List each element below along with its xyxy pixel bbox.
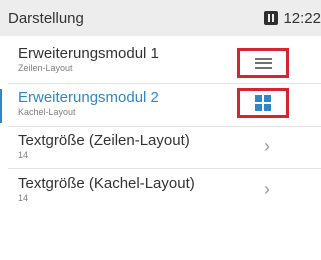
clock: 12:22 xyxy=(283,9,321,27)
status-right: 12:22 xyxy=(264,10,321,27)
rows-layout-button[interactable] xyxy=(237,48,289,78)
rows-layout-icon xyxy=(254,57,272,69)
menu-item-subtitle: 14 xyxy=(18,193,29,203)
menu-item-title: Textgröße (Zeilen-Layout) xyxy=(18,132,190,149)
device-icon xyxy=(264,11,279,25)
divider xyxy=(8,83,321,84)
status-bar: Darstellung 12:22 xyxy=(0,0,321,36)
tiles-layout-icon xyxy=(255,95,271,111)
tiles-layout-button[interactable] xyxy=(237,88,289,118)
chevron-right-icon: › xyxy=(264,179,270,199)
divider xyxy=(8,168,321,169)
page-title: Darstellung xyxy=(8,9,84,27)
menu-item-title: Textgröße (Kachel-Layout) xyxy=(18,175,195,192)
chevron-right-icon: › xyxy=(264,136,270,156)
divider xyxy=(8,126,321,127)
menu-item-textgroesse-zeilen[interactable]: Textgröße (Zeilen-Layout) 14 xyxy=(0,132,321,161)
menu-item-subtitle: 14 xyxy=(18,150,29,160)
menu-item-textgroesse-kachel[interactable]: Textgröße (Kachel-Layout) 14 xyxy=(0,175,321,204)
